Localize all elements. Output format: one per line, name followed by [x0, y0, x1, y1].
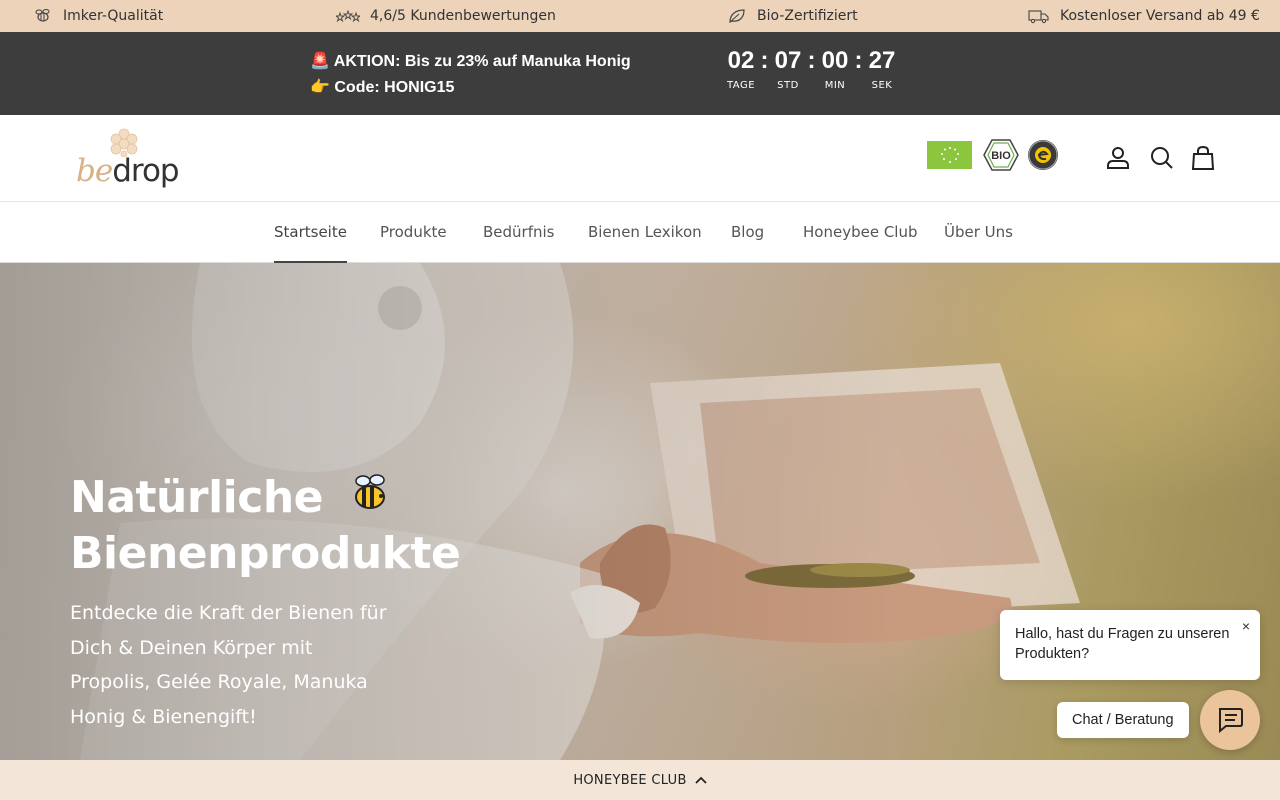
- stars-icon: [336, 9, 360, 23]
- chevron-up-icon: [695, 776, 707, 784]
- nav-item-blog[interactable]: Blog: [731, 202, 764, 263]
- countdown-minutes: 00 MIN: [816, 46, 854, 91]
- countdown-label: TAGE: [726, 80, 756, 91]
- honeybee-club-bar[interactable]: HONEYBEE CLUB: [0, 760, 1280, 800]
- main-navigation: Startseite Produkte Bedürfnis Bienen Lex…: [0, 202, 1280, 263]
- chat-icon: [1219, 708, 1243, 734]
- countdown-value: 00: [821, 47, 849, 74]
- chat-open-button[interactable]: [1200, 690, 1260, 750]
- honeybee-club-label: HONEYBEE CLUB: [573, 772, 687, 788]
- eu-leaf-icon: [940, 147, 959, 163]
- close-icon[interactable]: ×: [1242, 616, 1250, 636]
- usp-label: Imker-Qualität: [63, 8, 164, 24]
- chat-consult-button[interactable]: Chat / Beratung: [1057, 702, 1189, 738]
- cart-icon[interactable]: [1190, 145, 1216, 171]
- countdown-seconds: 27 SEK: [863, 46, 901, 91]
- countdown-value: 07: [774, 47, 802, 74]
- usp-label: 4,6/5 Kundenbewertungen: [370, 8, 556, 24]
- bee-emoji-icon: [354, 474, 385, 509]
- nav-item-beduerfnis[interactable]: Bedürfnis: [483, 202, 554, 263]
- nav-item-produkte[interactable]: Produkte: [380, 202, 447, 263]
- promo-line-2: 👉 Code: HONIG15: [310, 79, 455, 96]
- countdown-separator: :: [807, 47, 816, 74]
- usp-item-bio: Bio-Zertifiziert: [727, 0, 858, 32]
- usp-item-reviews: 4,6/5 Kundenbewertungen: [336, 0, 556, 32]
- usp-label: Kostenloser Versand ab 49 €: [1060, 8, 1260, 24]
- countdown-label: SEK: [871, 80, 893, 91]
- nav-item-honeybee-club[interactable]: Honeybee Club: [803, 202, 918, 263]
- trusted-shops-logo: [1028, 140, 1058, 170]
- promo-bar: 🚨 AKTION: Bis zu 23% auf Manuka Honig 👉 …: [0, 32, 1280, 115]
- nav-item-bienen-lexikon[interactable]: Bienen Lexikon: [588, 202, 702, 263]
- site-logo[interactable]: bedrop: [74, 127, 184, 189]
- nav-item-ueber-uns[interactable]: Über Uns: [944, 202, 1013, 263]
- usp-item-quality: Imker-Qualität: [33, 0, 163, 32]
- countdown-label: MIN: [824, 80, 846, 91]
- truck-icon: [1028, 10, 1049, 24]
- countdown-hours: 07 STD: [769, 46, 807, 91]
- countdown-days: 02 TAGE: [722, 46, 760, 91]
- nav-item-startseite[interactable]: Startseite: [274, 202, 347, 263]
- countdown-separator: :: [760, 47, 769, 74]
- bee-icon: [35, 9, 50, 22]
- logo-text: bedrop: [76, 153, 180, 189]
- eu-organic-logo: [927, 141, 972, 169]
- site-header: bedrop BIO: [0, 115, 1280, 202]
- usp-bar: Imker-Qualität 4,6/5 Kundenbewertungen B…: [0, 0, 1280, 32]
- bio-seal-text: BIO: [991, 150, 1011, 162]
- chat-greeting-bubble[interactable]: Hallo, hast du Fragen zu unseren Produkt…: [1000, 610, 1260, 680]
- countdown-separator: :: [854, 47, 863, 74]
- countdown-value: 02: [727, 47, 755, 74]
- promo-line-1: 🚨 AKTION: Bis zu 23% auf Manuka Honig: [310, 53, 631, 70]
- countdown-label: STD: [777, 80, 799, 91]
- hero-subtitle: Entdecke die Kraft der Bienen für Dich &…: [70, 602, 387, 728]
- hero-title: Natürliche Bienenprodukte: [70, 468, 461, 582]
- promo-text: 🚨 AKTION: Bis zu 23% auf Manuka Honig 👉 …: [310, 49, 631, 101]
- chat-greeting-text: Hallo, hast du Fragen zu unseren Produkt…: [1015, 626, 1230, 662]
- bio-seal-logo: BIO: [983, 138, 1019, 172]
- countdown-timer: 02 TAGE : 07 STD : 00 MIN : 27 SEK: [722, 46, 901, 91]
- countdown-value: 27: [868, 47, 896, 74]
- leaf-icon: [729, 9, 745, 23]
- search-icon[interactable]: [1149, 145, 1175, 171]
- hero-banner: Natürliche Bienenprodukte Entdecke die K…: [0, 263, 1280, 760]
- usp-label: Bio-Zertifiziert: [757, 8, 858, 24]
- usp-item-shipping: Kostenloser Versand ab 49 €: [1028, 0, 1260, 32]
- account-icon[interactable]: [1105, 145, 1131, 171]
